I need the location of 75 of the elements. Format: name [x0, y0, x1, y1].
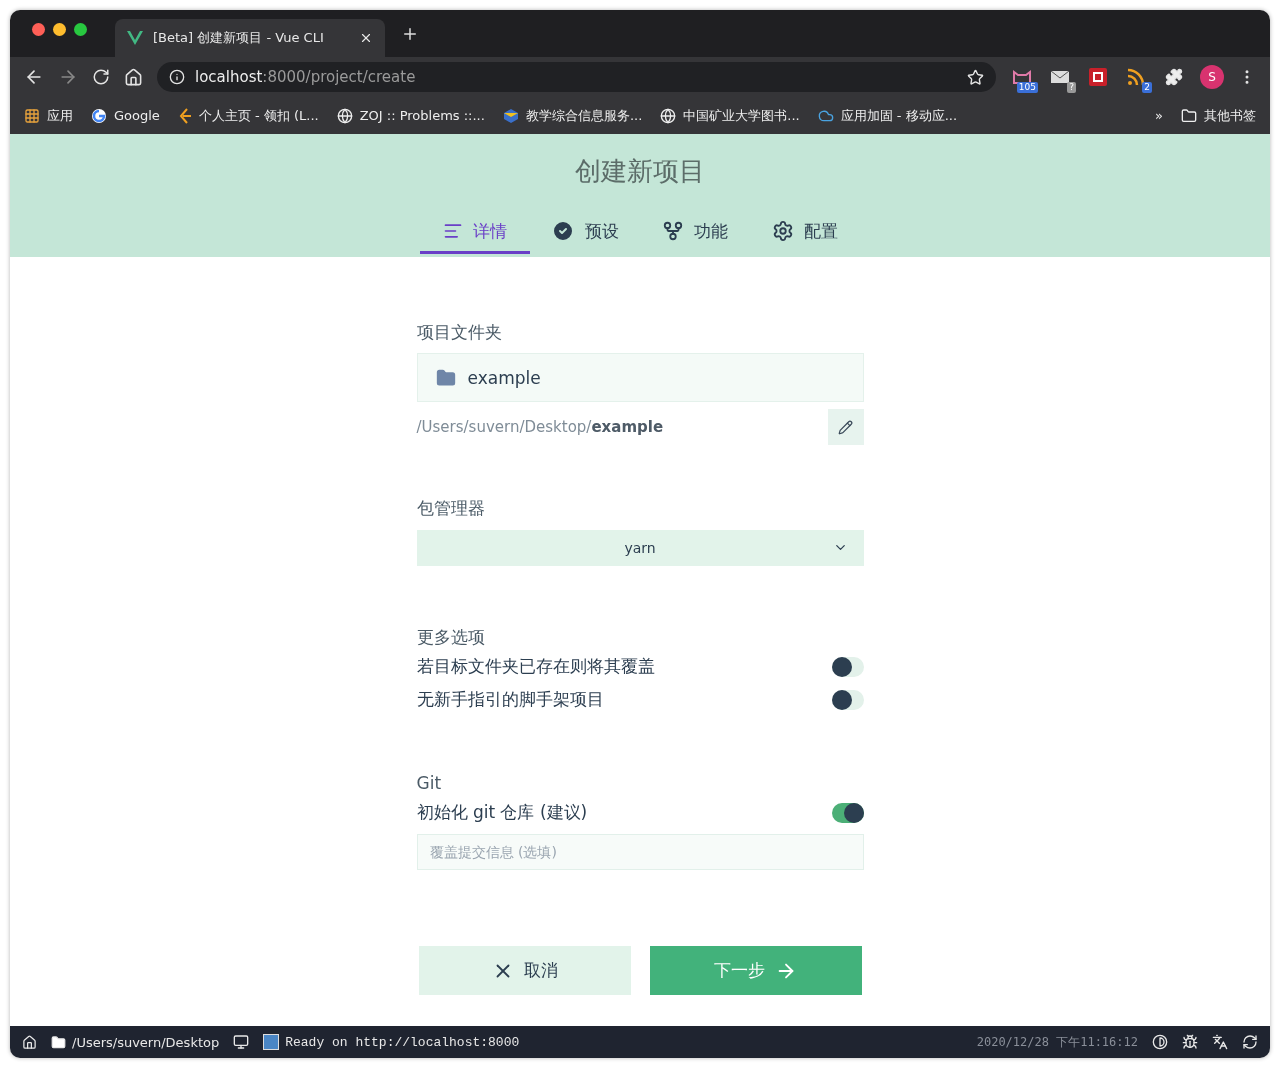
home-icon[interactable] — [22, 1034, 37, 1050]
log-image-icon — [263, 1034, 280, 1050]
other-bookmarks-link[interactable]: 其他书签 — [1204, 106, 1256, 125]
bookmark-star-icon[interactable] — [967, 68, 984, 86]
option-label: 初始化 git 仓库 (建议) — [416, 801, 588, 824]
cancel-button[interactable]: 取消 — [418, 946, 631, 995]
home-icon[interactable] — [124, 67, 143, 87]
contrast-icon[interactable] — [1152, 1034, 1168, 1050]
toggle-switch[interactable] — [831, 689, 864, 710]
cat-icon[interactable] — [1012, 69, 1032, 85]
bookmark-link[interactable]: Google — [114, 108, 160, 123]
google-icon — [91, 107, 107, 124]
field-label: 项目文件夹 — [416, 321, 503, 344]
square-logo-icon[interactable] — [1089, 68, 1107, 86]
list-icon — [443, 221, 463, 241]
bookmark-link[interactable]: 教学综合信息服务... — [525, 106, 643, 125]
minimize-window-button[interactable] — [53, 23, 66, 36]
terminal-icon[interactable] — [233, 1034, 250, 1050]
section-label: Git — [416, 773, 443, 793]
log-message: Ready on http://localhost:8000 — [285, 1034, 520, 1050]
globe-icon — [660, 107, 677, 124]
browser-tab[interactable]: [Beta] 创建新项目 - Vue CLI — [115, 19, 385, 57]
translate-icon[interactable] — [1212, 1034, 1228, 1050]
option-label: 无新手指引的脚手架项目 — [416, 688, 604, 711]
extension-badge: 2 — [1142, 82, 1152, 93]
toggle-switch[interactable] — [831, 802, 864, 823]
step-tab[interactable]: 功能 — [640, 211, 750, 254]
extension-badge: 105 — [1016, 82, 1038, 93]
close-window-button[interactable] — [32, 23, 45, 36]
field-label: 包管理器 — [416, 497, 486, 520]
close-icon[interactable] — [359, 31, 373, 45]
current-folder-text[interactable]: /Users/suvern/Desktop — [72, 1034, 220, 1050]
reload-icon[interactable] — [92, 68, 110, 86]
step-tab[interactable]: 详情 — [420, 211, 530, 254]
rss-icon[interactable] — [1127, 68, 1145, 86]
pencil-icon — [838, 419, 853, 435]
globe-icon — [336, 107, 353, 124]
cube-icon — [502, 107, 519, 124]
info-icon[interactable] — [169, 69, 185, 85]
edit-path-button[interactable] — [827, 409, 864, 445]
step-tab[interactable]: 预设 — [530, 211, 640, 254]
profile-avatar[interactable]: S — [1200, 65, 1224, 89]
check-circle-icon — [551, 219, 575, 243]
bookmark-link[interactable]: 应用 — [47, 106, 73, 125]
commit-message-field[interactable]: 覆盖提交信息 (选填) — [416, 834, 864, 870]
toggle-switch[interactable] — [831, 656, 864, 677]
bookmark-link[interactable]: 个人主页 - 领扣 (L... — [198, 106, 319, 125]
address-bar[interactable]: localhost:8000/project/create — [157, 62, 996, 92]
fork-icon — [662, 220, 684, 242]
bookmark-link[interactable]: 应用加固 - 移动应... — [840, 106, 958, 125]
page-title: 创建新项目 — [575, 155, 705, 188]
folder-path: /Users/suvern/Desktop/example — [416, 418, 664, 436]
bookmark-link[interactable]: 中国矿业大学图书... — [683, 106, 800, 125]
folder-icon — [1181, 107, 1197, 124]
apps-icon — [24, 107, 40, 124]
more-bookmarks-button[interactable]: » — [1155, 108, 1163, 123]
folder-icon — [435, 367, 456, 388]
date-time: 2020/12/28 下午11:16:12 — [976, 1033, 1138, 1051]
zoom-window-button[interactable] — [74, 23, 87, 36]
gear-icon — [772, 220, 794, 242]
tab-title: [Beta] 创建新项目 - Vue CLI — [153, 29, 325, 47]
package-manager-select[interactable]: yarn — [416, 530, 864, 566]
folder-icon — [51, 1034, 66, 1050]
bookmark-link[interactable]: ZOJ :: Problems ::... — [359, 108, 485, 123]
refresh-icon[interactable] — [1242, 1034, 1258, 1050]
bug-icon[interactable] — [1182, 1034, 1198, 1050]
option-label: 若目标文件夹已存在则将其覆盖 — [416, 655, 655, 678]
extension-badge: ? — [1067, 82, 1076, 93]
mail-icon[interactable] — [1050, 69, 1070, 85]
v-logo-icon — [127, 31, 143, 45]
url-text: localhost:8000/project/create — [195, 68, 416, 86]
folder-field[interactable]: example — [416, 353, 864, 402]
section-label: 更多选项 — [416, 626, 486, 649]
step-tab[interactable]: 配置 — [750, 211, 860, 254]
extensions-icon[interactable] — [1165, 68, 1183, 86]
